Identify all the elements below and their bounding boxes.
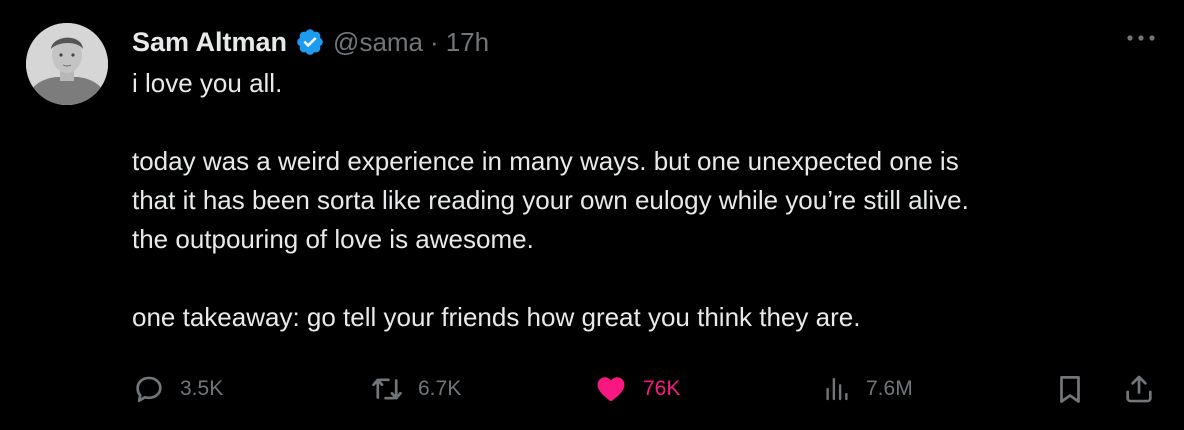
views-button[interactable]: 7.6M (822, 367, 913, 411)
tweet-line: that it has been sorta like reading your… (132, 185, 969, 215)
repost-count: 6.7K (418, 377, 462, 400)
repost-icon (372, 378, 402, 400)
like-button[interactable]: 76K (593, 367, 680, 411)
separator-dot: · (430, 26, 439, 57)
tweet-header: Sam Altman @sama · 17h (132, 22, 489, 62)
avatar-image (26, 23, 108, 105)
reply-button[interactable]: 3.5K (132, 367, 223, 411)
tweet-text: i love you all. today was a weird experi… (132, 64, 1152, 337)
reply-count: 3.5K (180, 377, 224, 400)
share-button[interactable] (1122, 367, 1156, 411)
tweet-actions: 3.5K 6.7K 76K 7.6M (132, 367, 1160, 411)
more-options-icon[interactable] (1124, 28, 1158, 48)
tweet-line: one takeaway: go tell your friends how g… (132, 302, 861, 332)
tweet-line: today was a weird experience in many way… (132, 146, 959, 176)
heart-filled-icon (597, 377, 625, 402)
share-icon (1126, 375, 1152, 403)
bookmark-icon (1060, 376, 1080, 403)
reply-icon (136, 376, 162, 403)
author-name[interactable]: Sam Altman (132, 27, 287, 58)
views-chart-icon (826, 377, 848, 401)
author-handle[interactable]: @sama (333, 27, 423, 58)
tweet-timestamp[interactable]: 17h (446, 27, 489, 58)
like-count: 76K (643, 377, 681, 400)
bookmark-button[interactable] (1053, 367, 1087, 411)
tweet-line: the outpouring of love is awesome. (132, 224, 534, 254)
repost-button[interactable]: 6.7K (370, 367, 461, 411)
verified-badge-icon (295, 27, 325, 57)
views-count: 7.6M (866, 377, 913, 400)
avatar[interactable] (26, 23, 108, 105)
tweet-line: i love you all. (132, 68, 283, 98)
